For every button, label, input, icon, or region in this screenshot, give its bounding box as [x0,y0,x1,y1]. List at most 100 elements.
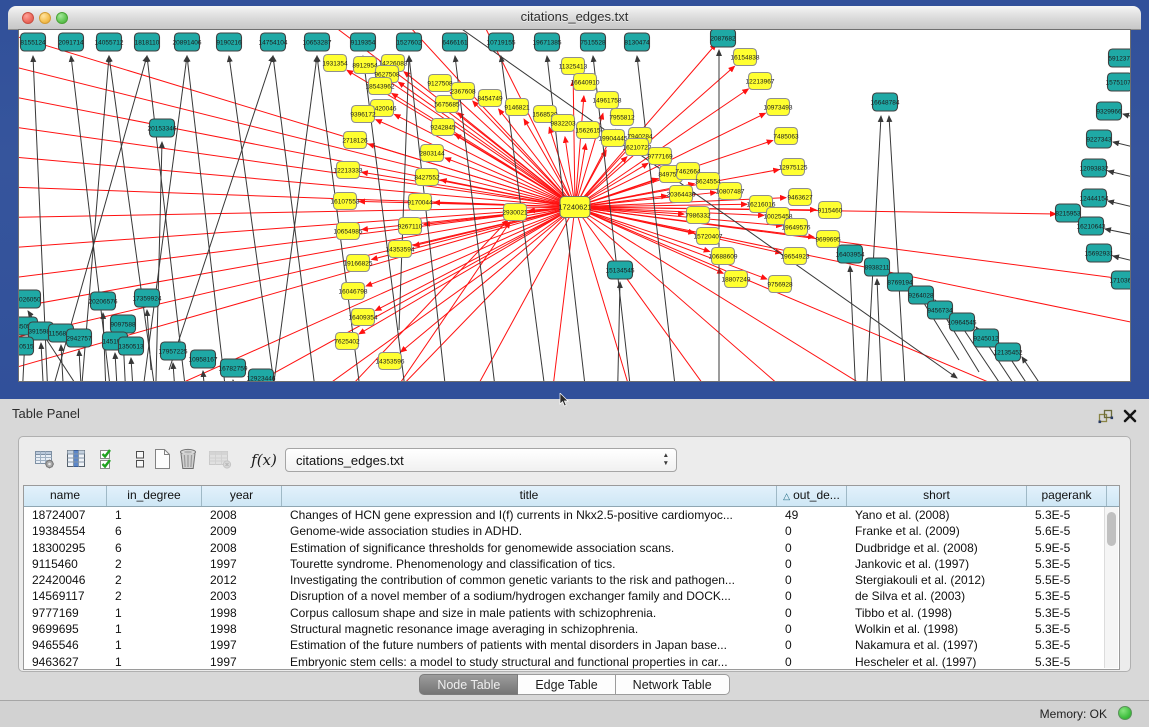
table-cell[interactable]: 5.3E-5 [1027,507,1107,523]
graph-node[interactable]: 20891406 [173,33,202,51]
table-cell[interactable]: 0 [777,588,847,604]
graph-node[interactable]: 12444154 [1080,189,1109,207]
column-header-in-degree[interactable]: in_degree [107,486,202,506]
column-header-name[interactable]: name [24,486,107,506]
table-cell[interactable]: 2012 [202,572,282,588]
graph-node[interactable]: 10654985 [334,223,363,240]
table-cell[interactable]: 2008 [202,540,282,556]
graph-node[interactable]: 14754104 [259,33,288,51]
graph-node[interactable]: 1931354 [322,55,348,72]
graph-node[interactable]: 12975125 [779,159,808,176]
graph-node[interactable]: 7625402 [334,333,360,350]
network-graph[interactable]: 8155124209171414055712181811020891406919… [19,30,1130,381]
table-row[interactable]: 1456911722003Disruption of a novel membe… [24,588,1119,604]
table-cell[interactable]: Changes of HCN gene expression and I(f) … [282,507,777,523]
table-cell[interactable]: 5.3E-5 [1027,621,1107,637]
table-cell[interactable]: 0 [777,556,847,572]
graph-node[interactable]: 3624554 [695,173,721,190]
table-cell[interactable]: 5.6E-5 [1027,523,1107,539]
table-selector-dropdown[interactable]: citations_edges.txt ▲▼ [285,448,677,472]
graph-node[interactable]: 8454749 [477,90,503,107]
table-row[interactable]: 1872400712008Changes of HCN gene express… [24,507,1119,523]
table-cell[interactable]: Nakamura et al. (1997) [847,637,1027,653]
graph-node[interactable]: 9832203 [550,115,576,132]
graph-node[interactable]: 9146821 [504,99,530,116]
graph-node[interactable]: 10653287 [303,33,332,51]
graph-node[interactable]: 12135452 [994,343,1023,361]
tab-node-table[interactable]: Node Table [419,674,518,695]
memory-status-indicator[interactable] [1118,706,1132,720]
table-cell[interactable]: Embryonic stem cells: a model to study s… [282,654,777,670]
table-cell[interactable]: de Silva et al. (2003) [847,588,1027,604]
graph-node[interactable]: 15692931 [1085,244,1114,262]
column-chooser-icon[interactable] [63,446,89,474]
table-cell[interactable]: 6 [107,540,202,556]
graph-node[interactable]: 15720407 [694,228,723,245]
table-cell[interactable]: 0 [777,572,847,588]
network-view-canvas[interactable]: 8155124209171414055712181811020891406919… [19,30,1130,381]
table-cell[interactable]: Corpus callosum shape and size in male p… [282,605,777,621]
graph-node[interactable]: 3590515 [19,337,34,355]
graph-node[interactable]: 10964545 [948,313,977,331]
import-table-icon[interactable] [207,446,233,474]
graph-node[interactable]: 10973493 [764,99,793,116]
table-cell[interactable]: Genome-wide association studies in ADHD. [282,523,777,539]
graph-node[interactable]: 17957225 [159,342,188,360]
close-panel-icon[interactable] [1122,408,1138,424]
table-cell[interactable]: Tourette syndrome. Phenomenology and cla… [282,556,777,572]
graph-node[interactable]: 2942757 [66,329,92,347]
table-cell[interactable]: 1997 [202,637,282,653]
table-row[interactable]: 1938455462009Genome-wide association stu… [24,523,1119,539]
table-cell[interactable]: Dudbridge et al. (2008) [847,540,1027,556]
graph-node[interactable]: 16046798 [339,283,368,300]
graph-node[interactable]: 16403954 [836,245,865,263]
graph-node[interactable]: 16782759 [219,359,248,377]
graph-node[interactable]: 2026050 [19,290,41,308]
table-cell[interactable]: 2 [107,572,202,588]
graph-node[interactable]: 8427552 [414,169,440,186]
graph-node[interactable]: 9245012 [973,329,999,347]
graph-node[interactable]: 19671385 [533,33,562,51]
graph-node[interactable]: 14353596 [376,353,405,370]
table-row[interactable]: 946362711997Embryonic stem cells: a mode… [24,654,1119,670]
graph-node[interactable]: 16640910 [571,74,600,91]
table-cell[interactable]: 0 [777,605,847,621]
table-cell[interactable]: 2003 [202,588,282,604]
table-row[interactable]: 977716911998Corpus callosum shape and si… [24,605,1119,621]
table-settings-icon[interactable] [32,446,58,474]
graph-node[interactable]: 9699695 [815,231,841,248]
graph-node[interactable]: 8130474 [624,33,650,51]
row-selection-icon[interactable] [95,446,121,474]
table-cell[interactable]: 2008 [202,507,282,523]
graph-node[interactable]: 7955812 [609,109,635,126]
table-cell[interactable]: 1997 [202,654,282,670]
graph-node[interactable]: 8215953 [1055,204,1081,222]
graph-node[interactable]: 20153346 [148,119,177,137]
table-cell[interactable]: 9465546 [24,637,107,653]
graph-node[interactable]: 10719155 [487,33,516,51]
graph-node[interactable]: 1818110 [135,33,160,51]
graph-node[interactable]: 12923446 [247,369,276,381]
graph-node[interactable]: 9227343 [1086,130,1112,148]
tab-network-table[interactable]: Network Table [616,674,730,695]
graph-node[interactable]: 9190216 [216,33,242,51]
graph-node[interactable]: 7986332 [685,207,711,224]
delete-table-icon[interactable] [175,446,201,474]
table-cell[interactable]: Yano et al. (2008) [847,507,1027,523]
table-cell[interactable]: 2 [107,588,202,604]
table-cell[interactable]: Hescheler et al. (1997) [847,654,1027,670]
table-cell[interactable]: 19384554 [24,523,107,539]
table-cell[interactable]: 0 [777,523,847,539]
table-cell[interactable]: 2 [107,556,202,572]
window-close-button[interactable] [22,12,34,24]
graph-node[interactable]: 14353594 [386,241,415,258]
graph-node[interactable]: 6466161 [442,33,468,51]
graph-node[interactable]: 2367608 [450,83,476,100]
table-cell[interactable]: Tibbo et al. (1998) [847,605,1027,621]
table-cell[interactable]: 6 [107,523,202,539]
graph-node[interactable]: 9242845 [430,119,456,136]
graph-node[interactable]: 8155124 [20,33,46,51]
graph-node[interactable]: 16210643 [1077,217,1106,235]
column-header-pagerank[interactable]: pagerank [1027,486,1107,506]
table-cell[interactable]: 0 [777,637,847,653]
